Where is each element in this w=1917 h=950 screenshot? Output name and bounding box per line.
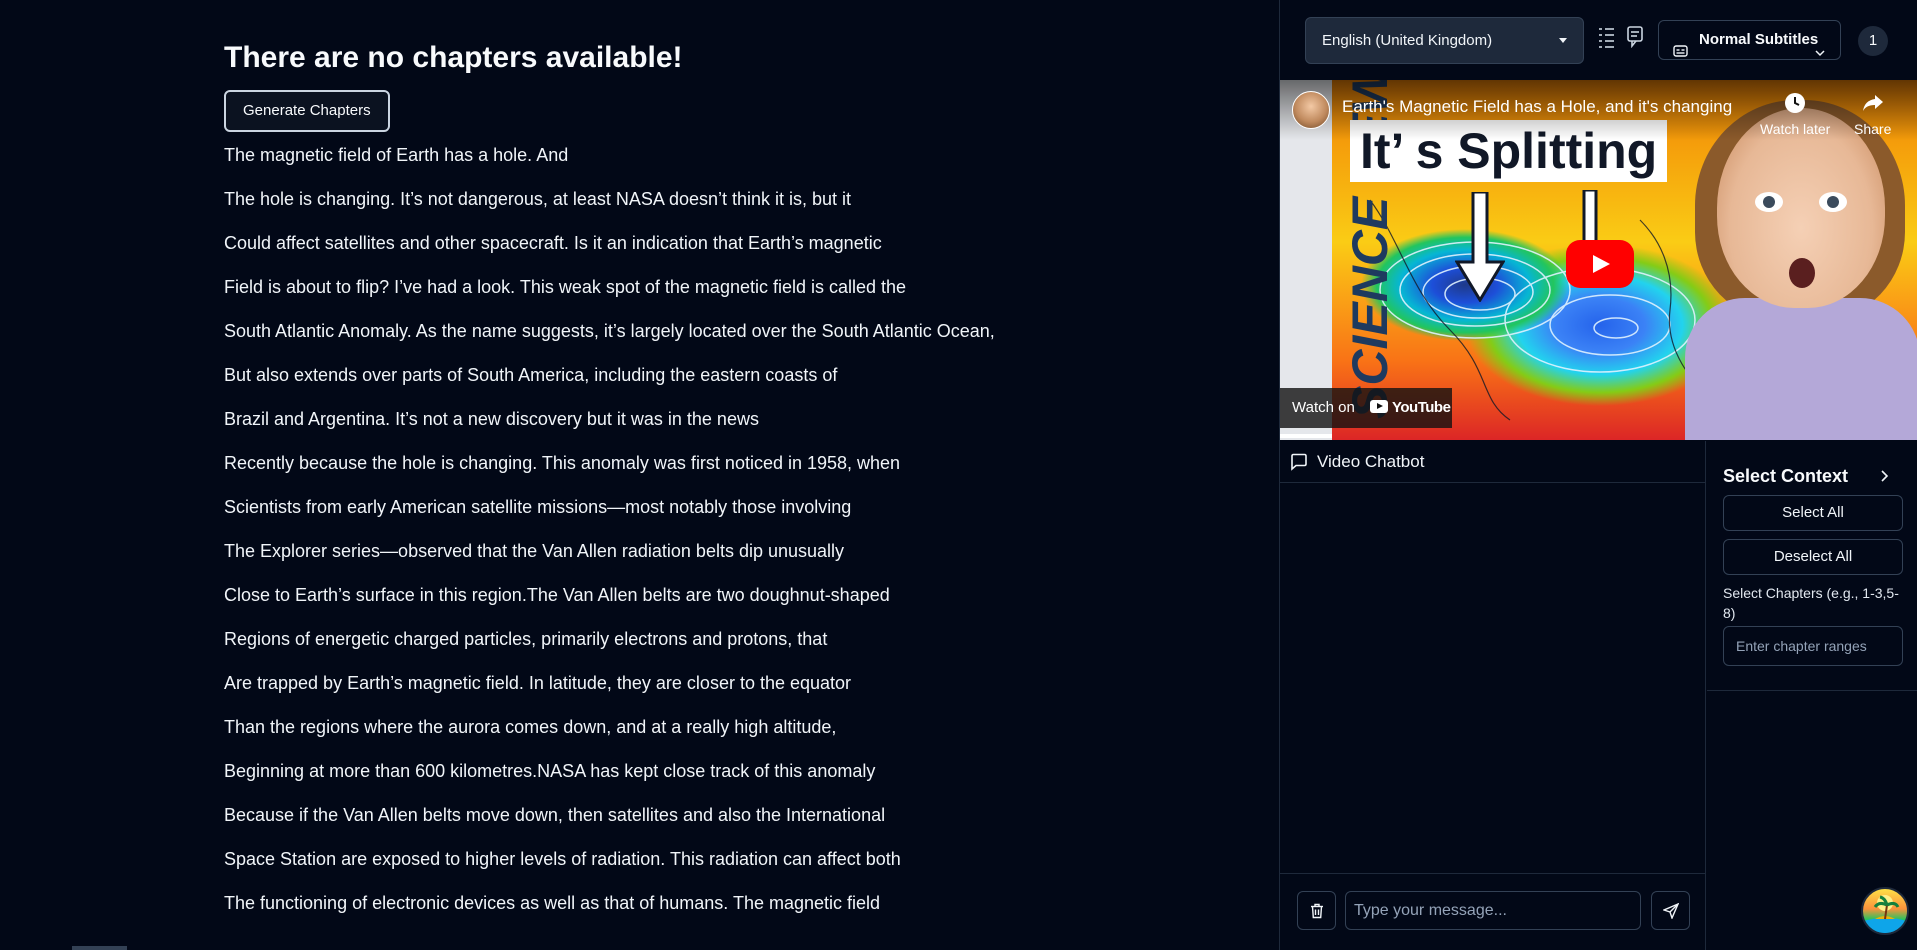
chat-messages-area (1280, 484, 1706, 873)
deselect-all-button[interactable]: Deselect All (1723, 539, 1903, 575)
play-button[interactable] (1566, 240, 1634, 288)
chat-input-bar (1280, 873, 1706, 950)
youtube-logo-icon (1370, 400, 1388, 413)
transcript-line: The magnetic field of Earth has a hole. … (224, 145, 569, 165)
transcript-line: The hole is changing. It’s not dangerous… (224, 189, 852, 209)
context-panel: Select Context Select All Deselect All S… (1707, 441, 1917, 691)
video-toolbar: English (United Kingdom) Normal Subtitle… (1280, 0, 1917, 80)
video-title[interactable]: Earth's Magnetic Field has a Hole, and i… (1342, 97, 1742, 117)
context-title: Select Context (1723, 466, 1849, 486)
transcript-line: Space Station are exposed to higher leve… (224, 849, 901, 869)
presenter-photo (1685, 100, 1917, 440)
chatbot-header: Video Chatbot (1280, 441, 1705, 483)
language-select[interactable]: English (United Kingdom) (1305, 17, 1584, 64)
chevron-down-icon (1814, 35, 1826, 73)
send-message-button[interactable] (1651, 891, 1690, 930)
transcript-pane: There are no chapters available! Generat… (0, 0, 1280, 950)
assistant-avatar-button[interactable] (1861, 887, 1909, 935)
chat-message-input[interactable] (1345, 891, 1641, 930)
select-all-button[interactable]: Select All (1723, 495, 1903, 531)
transcript-line: Recently because the hole is changing. T… (224, 453, 901, 473)
transcript-line: Could affect satellites and other spacec… (224, 233, 882, 253)
transcript-lines: The magnetic field of Earth has a hole. … (224, 141, 1014, 917)
page-title: There are no chapters available! (224, 41, 683, 74)
chevron-right-icon[interactable] (1878, 469, 1890, 488)
channel-avatar[interactable] (1292, 91, 1330, 129)
subtitles-mode-label: Normal Subtitles (1699, 31, 1819, 48)
transcript-line: Regions of energetic charged particles, … (224, 629, 828, 649)
message-square-icon (1290, 453, 1308, 476)
clock-icon (1760, 92, 1830, 117)
transcript-line: The Explorer series—observed that the Va… (224, 541, 845, 561)
transcript-container: There are no chapters available! Generat… (224, 38, 1014, 933)
watch-later-button[interactable]: Watch later (1760, 92, 1830, 137)
subtitles-mode-button[interactable]: Normal Subtitles (1658, 20, 1841, 60)
chapter-ranges-input[interactable] (1723, 626, 1903, 666)
generate-chapters-button[interactable]: Generate Chapters (224, 90, 390, 132)
captions-icon (1673, 34, 1688, 72)
chatbot-title: Video Chatbot (1317, 452, 1425, 471)
transcript-line: Scientists from early American satellite… (224, 497, 852, 517)
video-player[interactable]: SCIENCE NEWS It’ s Splitting Earth's Mag… (1280, 80, 1917, 440)
transcript-line: Because if the Van Allen belts move down… (224, 805, 886, 825)
watch-later-label: Watch later (1760, 121, 1831, 137)
youtube-wordmark: YouTube (1392, 399, 1451, 416)
right-panel: English (United Kingdom) Normal Subtitle… (1279, 0, 1917, 950)
transcript-line: South Atlantic Anomaly. As the name sugg… (224, 321, 995, 341)
transcript-line: Field is about to flip? I’ve had a look.… (224, 277, 907, 297)
chapters-label: Select Chapters (e.g., 1-3,5-8) (1723, 585, 1899, 621)
arrow-down-icon (1455, 192, 1505, 302)
clear-chat-button[interactable] (1297, 891, 1336, 930)
transcript-line: Are trapped by Earth’s magnetic field. I… (224, 673, 852, 693)
horizontal-scrollbar[interactable] (72, 946, 127, 950)
share-icon (1854, 92, 1891, 117)
subtitles-icon[interactable] (1627, 26, 1647, 54)
transcript-line: Close to Earth’s surface in this region.… (224, 585, 890, 605)
watch-on-label: Watch on (1292, 399, 1355, 416)
caret-down-icon (1559, 38, 1567, 43)
transcript-line: Brazil and Argentina. It’s not a new dis… (224, 409, 759, 429)
video-progress-bar[interactable] (1280, 434, 1332, 438)
transcript-line: The functioning of electronic devices as… (224, 893, 881, 913)
count-badge[interactable]: 1 (1858, 26, 1888, 56)
list-icon[interactable] (1598, 26, 1618, 54)
transcript-line: Than the regions where the aurora comes … (224, 717, 837, 737)
transcript-line: Beginning at more than 600 kilometres.NA… (224, 761, 876, 781)
share-label: Share (1854, 121, 1892, 137)
video-chatbot: Video Chatbot (1280, 441, 1706, 950)
palm-island-icon (1863, 895, 1907, 933)
transcript-line: But also extends over parts of South Ame… (224, 365, 838, 385)
share-button[interactable]: Share (1854, 92, 1891, 137)
language-select-value: English (United Kingdom) (1322, 32, 1493, 49)
watch-on-youtube-button[interactable]: Watch on YouTube (1280, 388, 1452, 428)
